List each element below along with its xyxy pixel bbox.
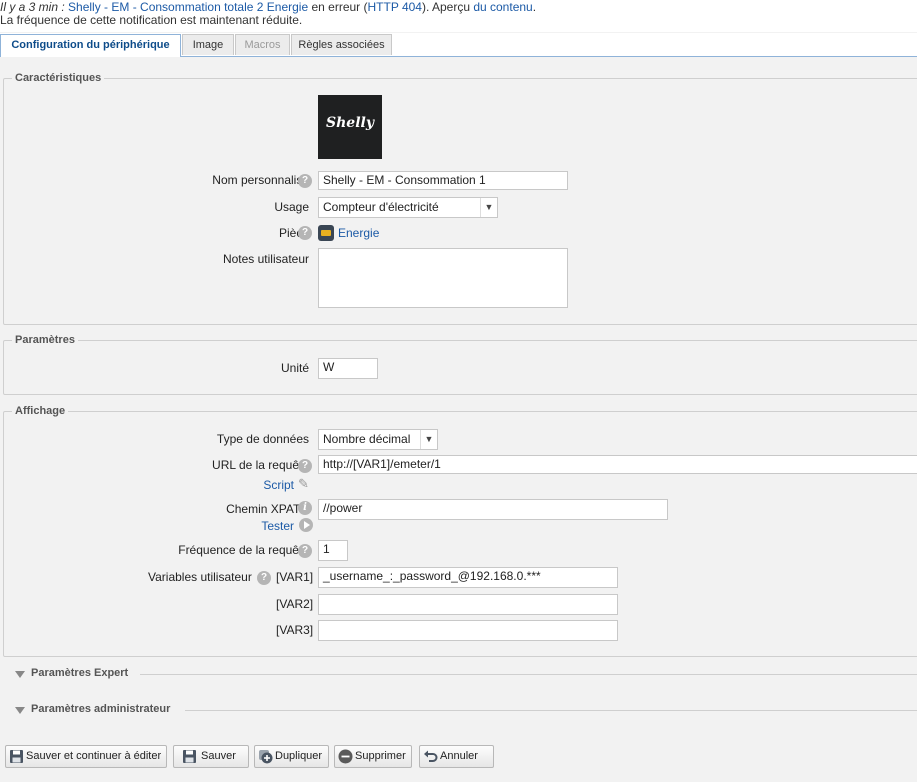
delete-button[interactable]: Supprimer bbox=[334, 745, 412, 768]
tab-image[interactable]: Image bbox=[182, 34, 234, 55]
help-icon[interactable]: ? bbox=[298, 544, 312, 558]
usage-label: Usage bbox=[274, 200, 309, 214]
notification-period: . bbox=[532, 0, 537, 14]
notes-label: Notes utilisateur bbox=[222, 252, 309, 266]
save-button[interactable]: Sauver bbox=[173, 745, 249, 768]
frequency-label: Fréquence de la requête bbox=[178, 543, 309, 557]
floppy-disk-icon bbox=[182, 749, 197, 764]
data-type-label: Type de données bbox=[216, 432, 309, 446]
http-error-link[interactable]: HTTP 404 bbox=[368, 0, 422, 14]
name-input[interactable]: Shelly - EM - Consommation 1 bbox=[318, 171, 568, 190]
save-label: Sauver bbox=[201, 750, 236, 762]
expert-parameters-label: Paramètres Expert bbox=[31, 667, 129, 679]
tab-associated-rules[interactable]: Règles associées bbox=[291, 34, 392, 55]
undo-arrow-icon bbox=[423, 749, 438, 764]
duplicate-plus-icon bbox=[258, 749, 273, 764]
device-logo-text: Shelly bbox=[326, 115, 374, 131]
test-link[interactable]: Tester bbox=[261, 519, 294, 533]
var3-input[interactable] bbox=[318, 620, 618, 641]
characteristics-legend: Caractéristiques bbox=[15, 72, 102, 84]
url-label: URL de la requête bbox=[212, 458, 309, 472]
collapse-triangle-icon bbox=[15, 707, 25, 714]
frequency-input[interactable]: 1 bbox=[318, 540, 348, 561]
notification-bar: Il y a 3 min : Shelly - EM - Consommatio… bbox=[0, 0, 917, 32]
device-logo: Shelly bbox=[318, 95, 382, 159]
content-preview-link[interactable]: du contenu bbox=[473, 0, 532, 14]
cancel-button[interactable]: Annuler bbox=[419, 745, 494, 768]
section-divider bbox=[185, 710, 917, 711]
help-icon[interactable]: ? bbox=[298, 226, 312, 240]
expert-parameters-toggle[interactable]: Paramètres Expert bbox=[15, 667, 917, 682]
chevron-down-icon: ▼ bbox=[480, 198, 497, 217]
unit-label: Unité bbox=[280, 361, 309, 375]
name-label: Nom personnalisé bbox=[212, 173, 309, 187]
admin-parameters-label: Paramètres administrateur bbox=[31, 703, 171, 715]
var1-label: [VAR1] bbox=[276, 570, 314, 584]
tab-bar: Configuration du périphérique Image Macr… bbox=[0, 33, 917, 57]
xpath-label: Chemin XPATH bbox=[226, 502, 309, 516]
data-type-select[interactable]: Nombre décimal ▼ bbox=[318, 429, 438, 450]
var2-label: [VAR2] bbox=[276, 597, 314, 611]
tab-device-configuration[interactable]: Configuration du périphérique bbox=[0, 34, 181, 57]
parameters-section: Paramètres bbox=[3, 334, 917, 395]
notes-textarea[interactable] bbox=[318, 248, 568, 308]
parameters-legend: Paramètres bbox=[15, 334, 75, 346]
pencil-icon[interactable]: ✎ bbox=[298, 476, 309, 492]
collapse-triangle-icon bbox=[15, 671, 25, 678]
help-icon[interactable]: ? bbox=[298, 174, 312, 188]
notification-text: en erreur ( bbox=[308, 0, 368, 14]
duplicate-button[interactable]: Dupliquer bbox=[254, 745, 329, 768]
xpath-input[interactable]: //power bbox=[318, 499, 668, 520]
delete-label: Supprimer bbox=[355, 750, 406, 762]
info-icon[interactable]: i bbox=[298, 501, 312, 515]
usage-select[interactable]: Compteur d'électricité ▼ bbox=[318, 197, 498, 218]
room-energy-icon bbox=[318, 225, 334, 241]
save-continue-label: Sauver et continuer à éditer bbox=[26, 750, 162, 762]
data-type-select-value: Nombre décimal bbox=[323, 432, 411, 446]
help-icon[interactable]: ? bbox=[298, 459, 312, 473]
save-continue-button[interactable]: Sauver et continuer à éditer bbox=[5, 745, 167, 768]
admin-parameters-toggle[interactable]: Paramètres administrateur bbox=[15, 703, 917, 718]
duplicate-label: Dupliquer bbox=[275, 750, 323, 762]
unit-input[interactable]: W bbox=[318, 358, 378, 379]
var3-label: [VAR3] bbox=[276, 623, 314, 637]
cancel-label: Annuler bbox=[440, 750, 478, 762]
minus-circle-icon bbox=[338, 749, 353, 764]
user-variables-label: Variables utilisateur bbox=[148, 570, 252, 584]
device-error-link[interactable]: Shelly - EM - Consommation totale 2 Ener… bbox=[68, 0, 308, 14]
usage-select-value: Compteur d'électricité bbox=[323, 200, 439, 214]
script-link[interactable]: Script bbox=[263, 478, 294, 492]
floppy-disk-icon bbox=[9, 749, 24, 764]
var1-input[interactable]: _username_:_password_@192.168.0.*** bbox=[318, 567, 618, 588]
notification-line-2: La fréquence de cette notification est m… bbox=[0, 13, 303, 27]
url-input[interactable]: http://[VAR1]/emeter/1 bbox=[318, 455, 917, 474]
room-link[interactable]: Energie bbox=[338, 226, 379, 240]
help-icon[interactable]: ? bbox=[257, 571, 271, 585]
play-icon[interactable] bbox=[299, 518, 313, 532]
notification-time: Il y a 3 min : bbox=[0, 0, 69, 14]
display-legend: Affichage bbox=[15, 405, 66, 417]
section-divider bbox=[140, 674, 917, 675]
tab-macros: Macros bbox=[235, 34, 290, 55]
var2-input[interactable] bbox=[318, 594, 618, 615]
notification-text-2: ). Aperçu bbox=[421, 0, 474, 14]
chevron-down-icon: ▼ bbox=[420, 430, 437, 449]
